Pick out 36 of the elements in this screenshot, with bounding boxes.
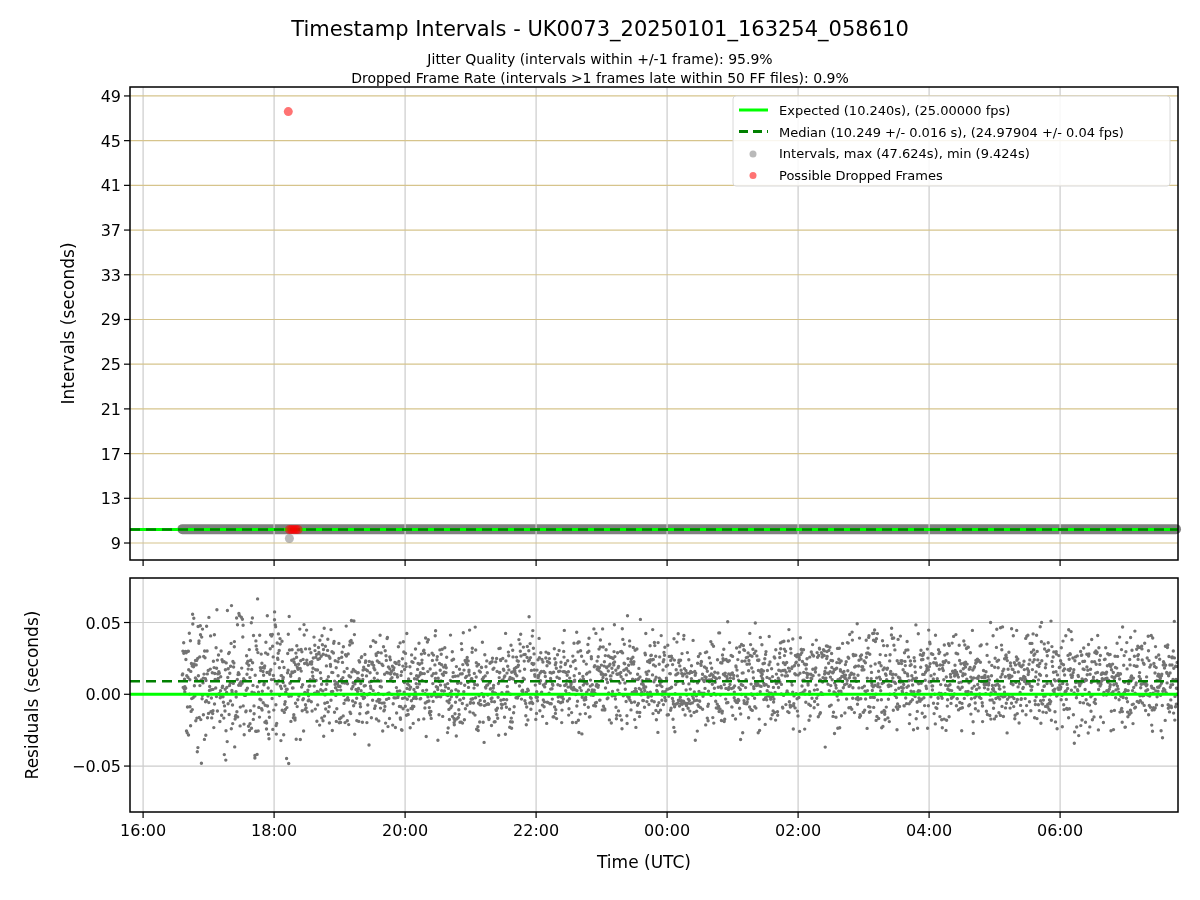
x-tick-label: 20:00: [382, 821, 429, 840]
y-tick-label: 9: [110, 534, 121, 553]
y-tick-label: 17: [100, 444, 121, 464]
legend-line-icon: [739, 130, 768, 133]
x-tick-label: 00:00: [644, 821, 691, 840]
y-tick-label: 0.05: [85, 613, 121, 633]
y-tick-label: 37: [100, 221, 121, 241]
y-tick-label: 21: [100, 399, 121, 419]
legend-label: Expected (10.240s), (25.00000 fps): [779, 103, 1011, 118]
legend-label: Possible Dropped Frames: [779, 167, 943, 183]
y-tick-label: 45: [100, 131, 121, 151]
x-tick-label: 02:00: [775, 821, 822, 840]
y-tick-label: 13: [100, 489, 121, 509]
y-tick-label: 0.00: [85, 685, 121, 705]
x-tick-label: 16:00: [120, 821, 167, 840]
chart-subtitle: Jitter Quality (intervals within +/-1 frame): 95.9%: [427, 51, 773, 67]
x-tick-label: 18:00: [251, 821, 298, 840]
chart-title: Timestamp Intervals - UK0073_20250101_163254_058610: [291, 17, 909, 41]
x-tick-label: 04:00: [906, 821, 953, 840]
y-tick-label: 49: [100, 86, 121, 106]
y-tick-label: 29: [100, 310, 121, 330]
chart-subtitle: Dropped Frame Rate (intervals >1 frames late within 50 FF files): 0.9%: [351, 70, 849, 86]
y-axis-label: Intervals (seconds): [58, 242, 78, 405]
y-axis-label: Residuals (seconds): [22, 610, 42, 780]
x-axis-label: Time (UTC): [597, 852, 691, 872]
y-tick-label: 33: [100, 265, 121, 285]
y-tick-label: 25: [100, 355, 121, 375]
y-tick-label: 41: [100, 176, 121, 196]
legend-label: Median (10.249 +/- 0.016 s), (24.97904 +/- 0.04 fps): [779, 124, 1124, 140]
legend-label: Intervals, max (47.624s), min (9.424s): [779, 146, 1030, 161]
legend-marker-icon: [749, 172, 757, 179]
legend-marker-icon: [749, 150, 757, 158]
legend-line-icon: [739, 108, 768, 112]
y-tick-label: −0.05: [71, 757, 121, 777]
x-tick-label: 06:00: [1037, 821, 1084, 840]
x-tick-label: 22:00: [513, 821, 560, 840]
